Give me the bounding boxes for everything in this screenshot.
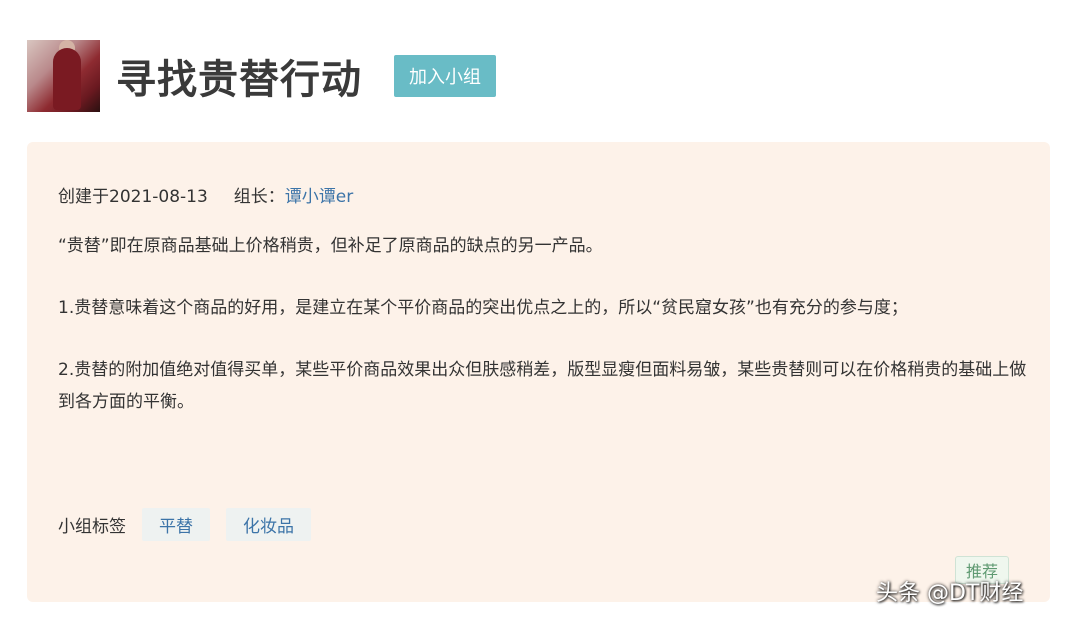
description-paragraph: “贵替”即在原商品基础上价格稍贵，但补足了原商品的缺点的另一产品。 <box>58 236 603 256</box>
watermark: 头条 @DT财经 <box>876 581 1024 606</box>
group-avatar[interactable] <box>27 40 100 112</box>
tags-label: 小组标签 <box>58 517 126 537</box>
description-paragraph: 2.贵替的附加值绝对值得买单，某些平价商品效果出众但肤感稍差，版型显瘦但面料易皱… <box>58 360 1027 412</box>
group-meta: 创建于2021-08-13 组长：谭小谭er <box>58 182 353 207</box>
avatar-image-figure <box>53 48 81 110</box>
group-header: 寻找贵替行动 加入小组 <box>27 40 496 112</box>
tag-pingti[interactable]: 平替 <box>142 508 210 541</box>
created-date: 创建于2021-08-13 <box>58 187 208 207</box>
tag-cosmetics[interactable]: 化妆品 <box>226 508 311 541</box>
group-tags: 小组标签 平替 化妆品 <box>58 508 311 541</box>
group-page: 寻找贵替行动 加入小组 创建于2021-08-13 组长：谭小谭er “贵替”即在… <box>0 0 1080 623</box>
description-paragraph: 1.贵替意味着这个商品的好用，是建立在某个平价商品的突出优点之上的，所以“贫民窟… <box>58 298 908 318</box>
group-description: “贵替”即在原商品基础上价格稍贵，但补足了原商品的缺点的另一产品。 1.贵替意味… <box>58 230 1028 448</box>
join-group-button[interactable]: 加入小组 <box>394 55 496 97</box>
leader-name-link[interactable]: 谭小谭er <box>285 187 353 207</box>
leader-label: 组长： <box>233 187 285 207</box>
group-info-panel: 创建于2021-08-13 组长：谭小谭er “贵替”即在原商品基础上价格稍贵，但… <box>27 142 1050 602</box>
group-title: 寻找贵替行动 <box>116 57 362 103</box>
